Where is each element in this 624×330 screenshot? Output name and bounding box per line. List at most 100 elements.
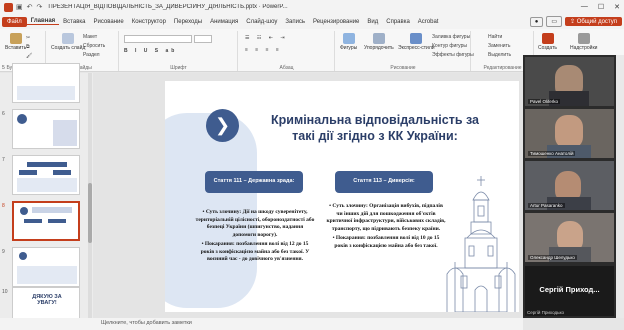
- tab-transitions[interactable]: Переходы: [170, 19, 206, 25]
- article-111-list: Суть злочину: Дії на шкоду суверенітету,…: [195, 209, 315, 266]
- tab-help[interactable]: Справка: [382, 19, 414, 25]
- quick-styles-label: Экспресс-стили: [398, 45, 435, 51]
- list-item: Покарання: позбавлення волі від 12 до 15…: [195, 241, 315, 264]
- format-painter-icon[interactable]: 🖌: [26, 53, 32, 59]
- quick-styles-button[interactable]: Экспресс-стили: [398, 33, 435, 51]
- layout-button[interactable]: Макет: [83, 34, 97, 40]
- current-slide[interactable]: ❯ Кримінальна відповідальність за такі д…: [165, 81, 519, 312]
- save-icon[interactable]: ▣: [16, 3, 23, 11]
- tab-insert[interactable]: Вставка: [59, 19, 89, 25]
- tab-home[interactable]: Главная: [26, 18, 60, 25]
- group-drawing: Фигуры Упорядочить Экспресс-стили Заливк…: [336, 31, 474, 71]
- share-icon: ⇪: [569, 19, 577, 25]
- shape-effects-button[interactable]: Эффекты фигуры: [432, 52, 474, 58]
- tab-design[interactable]: Конструктор: [128, 19, 170, 25]
- slide-editor: ❯ Кримінальна відповідальність за такі д…: [93, 73, 523, 318]
- arrange-button[interactable]: Упорядочить: [364, 33, 394, 51]
- replace-button[interactable]: Заменить: [488, 43, 510, 49]
- quick-styles-icon: [410, 33, 423, 44]
- thumbnail-slide[interactable]: [12, 109, 80, 149]
- font-format-icons[interactable]: B I U S ab: [124, 48, 177, 54]
- active-speaker-tile[interactable]: Сергій Приход... Сергій Приходько: [525, 266, 614, 316]
- redo-icon[interactable]: ↷: [37, 3, 43, 11]
- list-item: Суть злочину: Дії на шкоду суверенітету,…: [195, 209, 315, 239]
- participant-tile[interactable]: Тимошенко Анатолій: [525, 109, 614, 158]
- participant-tile[interactable]: Artur Pasaranko: [525, 161, 614, 210]
- arrange-icon: [372, 33, 385, 44]
- video-call-panel: Pavel Oliferko Тимошенко Анатолій Artur …: [523, 55, 616, 318]
- copy-icon[interactable]: ⧉: [26, 44, 30, 50]
- record-button[interactable]: ●: [529, 16, 544, 27]
- shapes-button[interactable]: Фигуры: [340, 33, 357, 51]
- section-button[interactable]: Раздел: [83, 52, 100, 58]
- designer-label: Создать: [538, 45, 558, 51]
- new-slide-icon: [62, 33, 75, 44]
- status-bar: [0, 318, 93, 330]
- tab-acrobat[interactable]: Acrobat: [414, 19, 443, 25]
- tab-draw[interactable]: Рисование: [89, 19, 127, 25]
- notes-pane[interactable]: Щелкните, чтобы добавить заметки: [93, 318, 523, 330]
- paste-icon: [9, 33, 22, 44]
- participant-name: Тимошенко Анатолій: [528, 151, 576, 156]
- thumbnail-number: 8: [2, 203, 5, 209]
- addins-button[interactable]: Надстройки: [570, 33, 597, 51]
- present-button[interactable]: ▭: [546, 16, 562, 27]
- arrange-label: Упорядочить: [364, 45, 394, 51]
- tab-view[interactable]: Вид: [363, 19, 382, 25]
- select-button[interactable]: Выделить: [488, 52, 511, 58]
- tab-record[interactable]: Запись: [281, 19, 309, 25]
- thumbnail-slide-selected[interactable]: [12, 201, 80, 241]
- editor-scrollbar[interactable]: [616, 55, 624, 318]
- paste-button[interactable]: Вставить: [5, 33, 26, 51]
- list-item: Суть злочину: Організація вибухів, підпа…: [326, 203, 446, 233]
- thumbnail-scrollbar[interactable]: [88, 73, 92, 318]
- participant-name: Pavel Oliferko: [528, 99, 561, 104]
- tab-review[interactable]: Рецензирование: [309, 19, 363, 25]
- list-item: Покарання: позбавлення волі від 10 до 15…: [326, 235, 446, 250]
- undo-icon[interactable]: ↶: [27, 3, 33, 11]
- thumbnail-slide[interactable]: [12, 63, 80, 103]
- slide-title[interactable]: Кримінальна відповідальність за такі дії…: [267, 112, 483, 145]
- align-icons[interactable]: ≡ ≡ ≡ ≡: [245, 47, 282, 53]
- reset-button[interactable]: Сбросить: [83, 43, 105, 49]
- group-font: B I U S ab Шрифт: [120, 31, 238, 71]
- list-icons[interactable]: ☰ ☷ ⇤ ⇥: [245, 35, 288, 41]
- participant-tile[interactable]: Pavel Oliferko: [525, 57, 614, 106]
- thumbnail-slide[interactable]: [12, 247, 80, 287]
- group-paragraph: ☰ ☷ ⇤ ⇥ ≡ ≡ ≡ ≡ Абзац: [239, 31, 335, 71]
- thumbnail-number: 9: [2, 249, 5, 255]
- participant-tile[interactable]: Олександр Шелудько: [525, 213, 614, 262]
- share-button[interactable]: ⇪ Общий доступ: [564, 17, 622, 26]
- minimize-icon[interactable]: —: [581, 3, 588, 11]
- new-slide-label: Создать слайд: [51, 45, 86, 51]
- designer-button[interactable]: Создать: [538, 33, 557, 51]
- addins-icon: [577, 33, 590, 44]
- tab-slideshow[interactable]: Слайд-шоу: [242, 19, 281, 25]
- ribbon-tabs: Файл Главная Вставка Рисование Конструкт…: [0, 14, 624, 29]
- chevron-right-icon: ❯: [214, 115, 231, 135]
- new-slide-button[interactable]: Создать слайд: [51, 33, 85, 51]
- slide-thumbnail-pane: 5 6 7 8 9 10 ДЯКУЮ ЗА УВАГУ!: [0, 63, 93, 325]
- speaker-subtitle: Сергій Приходько: [527, 310, 565, 315]
- maximize-icon[interactable]: ☐: [598, 3, 604, 11]
- find-button[interactable]: Найти: [488, 34, 502, 40]
- cut-icon[interactable]: ✂: [26, 35, 30, 41]
- thumbnail-slide[interactable]: [12, 155, 80, 195]
- shape-outline-button[interactable]: Контур фигуры: [432, 43, 467, 49]
- article-111-heading: Стаття 111 – Державна зрада:: [205, 171, 303, 193]
- share-label: Общий доступ: [576, 19, 617, 25]
- tab-file[interactable]: Файл: [2, 16, 27, 27]
- tab-animations[interactable]: Анимация: [206, 19, 242, 25]
- document-title: ПРЕЗЕНТАЦІЯ_ВІДПОВІДАЛЬНІСТЬ_ЗА_ДИВЕРСІЙ…: [48, 4, 288, 10]
- font-group-label: Шрифт: [170, 65, 187, 71]
- font-size-field[interactable]: [194, 35, 212, 43]
- thumbnail-number: 7: [2, 157, 5, 163]
- speaker-name: Сергій Приход...: [539, 285, 600, 294]
- title-bar: ▣ ↶ ↷ ПРЕЗЕНТАЦІЯ_ВІДПОВІДАЛЬНІСТЬ_ЗА_ДИ…: [0, 0, 624, 14]
- window-controls: — ☐ ✕: [581, 3, 620, 11]
- font-name-field[interactable]: [124, 35, 192, 43]
- close-icon[interactable]: ✕: [614, 3, 620, 11]
- shape-fill-button[interactable]: Заливка фигуры: [432, 34, 470, 40]
- participant-name: Олександр Шелудько: [528, 255, 577, 260]
- paste-label: Вставить: [5, 45, 27, 51]
